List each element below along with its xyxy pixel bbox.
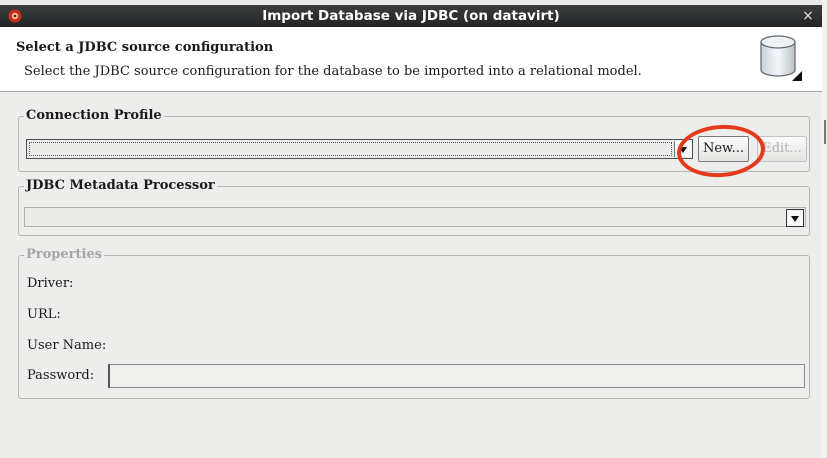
page-description: Select the JDBC source configuration for… bbox=[24, 64, 642, 79]
password-label: Password: bbox=[27, 368, 95, 383]
edge-tick bbox=[824, 120, 826, 144]
title-bar[interactable]: Import Database via JDBC (on datavirt) × bbox=[0, 5, 822, 27]
window-title: Import Database via JDBC (on datavirt) bbox=[262, 8, 560, 24]
window-edge bbox=[822, 0, 827, 458]
chevron-down-icon[interactable] bbox=[786, 209, 804, 227]
edit-profile-button[interactable]: Edit... bbox=[757, 136, 807, 162]
database-icon bbox=[760, 35, 802, 81]
wizard-banner: Select a JDBC source configuration Selec… bbox=[0, 27, 822, 92]
url-label: URL: bbox=[27, 307, 61, 322]
metadata-processor-label: JDBC Metadata Processor bbox=[24, 178, 217, 194]
connection-profile-group: Connection Profile New... Edit... bbox=[18, 108, 810, 172]
page-title: Select a JDBC source configuration bbox=[16, 40, 274, 55]
chevron-down-icon[interactable] bbox=[674, 141, 691, 157]
metadata-processor-group: JDBC Metadata Processor bbox=[18, 178, 810, 236]
driver-label: Driver: bbox=[27, 276, 74, 291]
combo-focus-ring bbox=[29, 142, 672, 156]
user-name-label: User Name: bbox=[27, 338, 107, 353]
close-icon[interactable]: × bbox=[800, 7, 816, 25]
metadata-processor-combo[interactable] bbox=[24, 207, 806, 227]
connection-profile-combo[interactable] bbox=[26, 139, 693, 159]
connection-profile-label: Connection Profile bbox=[24, 108, 164, 124]
new-profile-button[interactable]: New... bbox=[698, 136, 749, 162]
properties-label: Properties bbox=[24, 247, 105, 263]
import-dialog: Import Database via JDBC (on datavirt) ×… bbox=[0, 5, 822, 458]
password-field[interactable] bbox=[108, 364, 805, 388]
